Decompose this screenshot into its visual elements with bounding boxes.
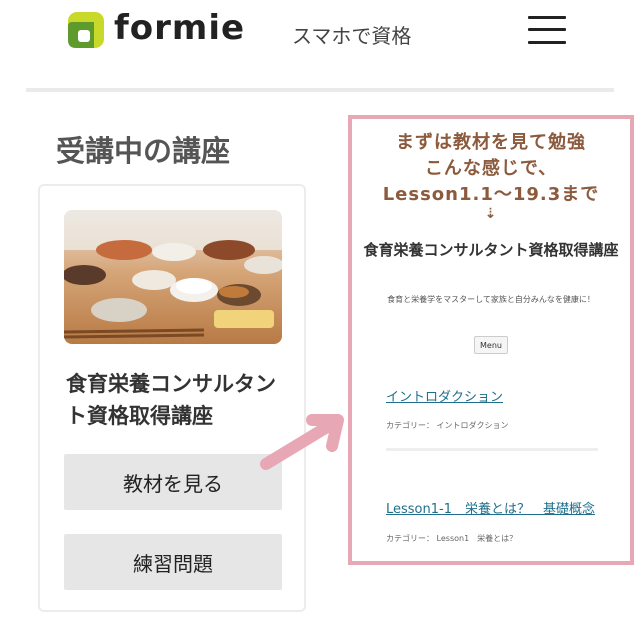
formie-logo-icon[interactable]: [68, 12, 104, 48]
post-link-lesson1-1[interactable]: Lesson1-1 栄養とは？ 基礎概念: [386, 498, 595, 517]
header-tagline: スマホで資格: [292, 24, 412, 48]
preview-menu-button[interactable]: Menu: [474, 336, 508, 354]
page-title: 受講中の講座: [56, 134, 231, 168]
annotation-line-1: まずは教材を見て勉強: [396, 132, 586, 153]
brand-name[interactable]: formie: [114, 8, 245, 48]
course-thumbnail[interactable]: [64, 210, 282, 344]
post-category: カテゴリー： イントロダクション: [386, 421, 509, 430]
header-divider: [26, 88, 614, 92]
annotation-line-2: こんな感じで、: [424, 158, 558, 179]
preview-site-description: 食育と栄養学をマスターして家族と自分みんなを健康に！: [387, 295, 595, 304]
post-link-intro[interactable]: イントロダクション: [386, 386, 503, 405]
down-arrow-icon: ⇣: [484, 206, 498, 222]
annotation-line-3: Lesson1.1〜19.3まで: [382, 184, 600, 205]
practice-exercises-button[interactable]: 練習問題: [64, 534, 282, 590]
course-title[interactable]: 食育栄養コンサルタント資格取得講座: [66, 368, 286, 432]
post-category: カテゴリー： Lesson1 栄養とは？: [386, 534, 518, 543]
post-divider: [386, 448, 598, 451]
pointer-arrow-icon: [260, 414, 344, 470]
hamburger-menu-icon[interactable]: [528, 16, 566, 44]
preview-site-title[interactable]: 食育栄養コンサルタント資格取得講座: [362, 240, 620, 261]
app-header: formie スマホで資格: [0, 0, 640, 88]
view-materials-button[interactable]: 教材を見る: [64, 454, 282, 510]
